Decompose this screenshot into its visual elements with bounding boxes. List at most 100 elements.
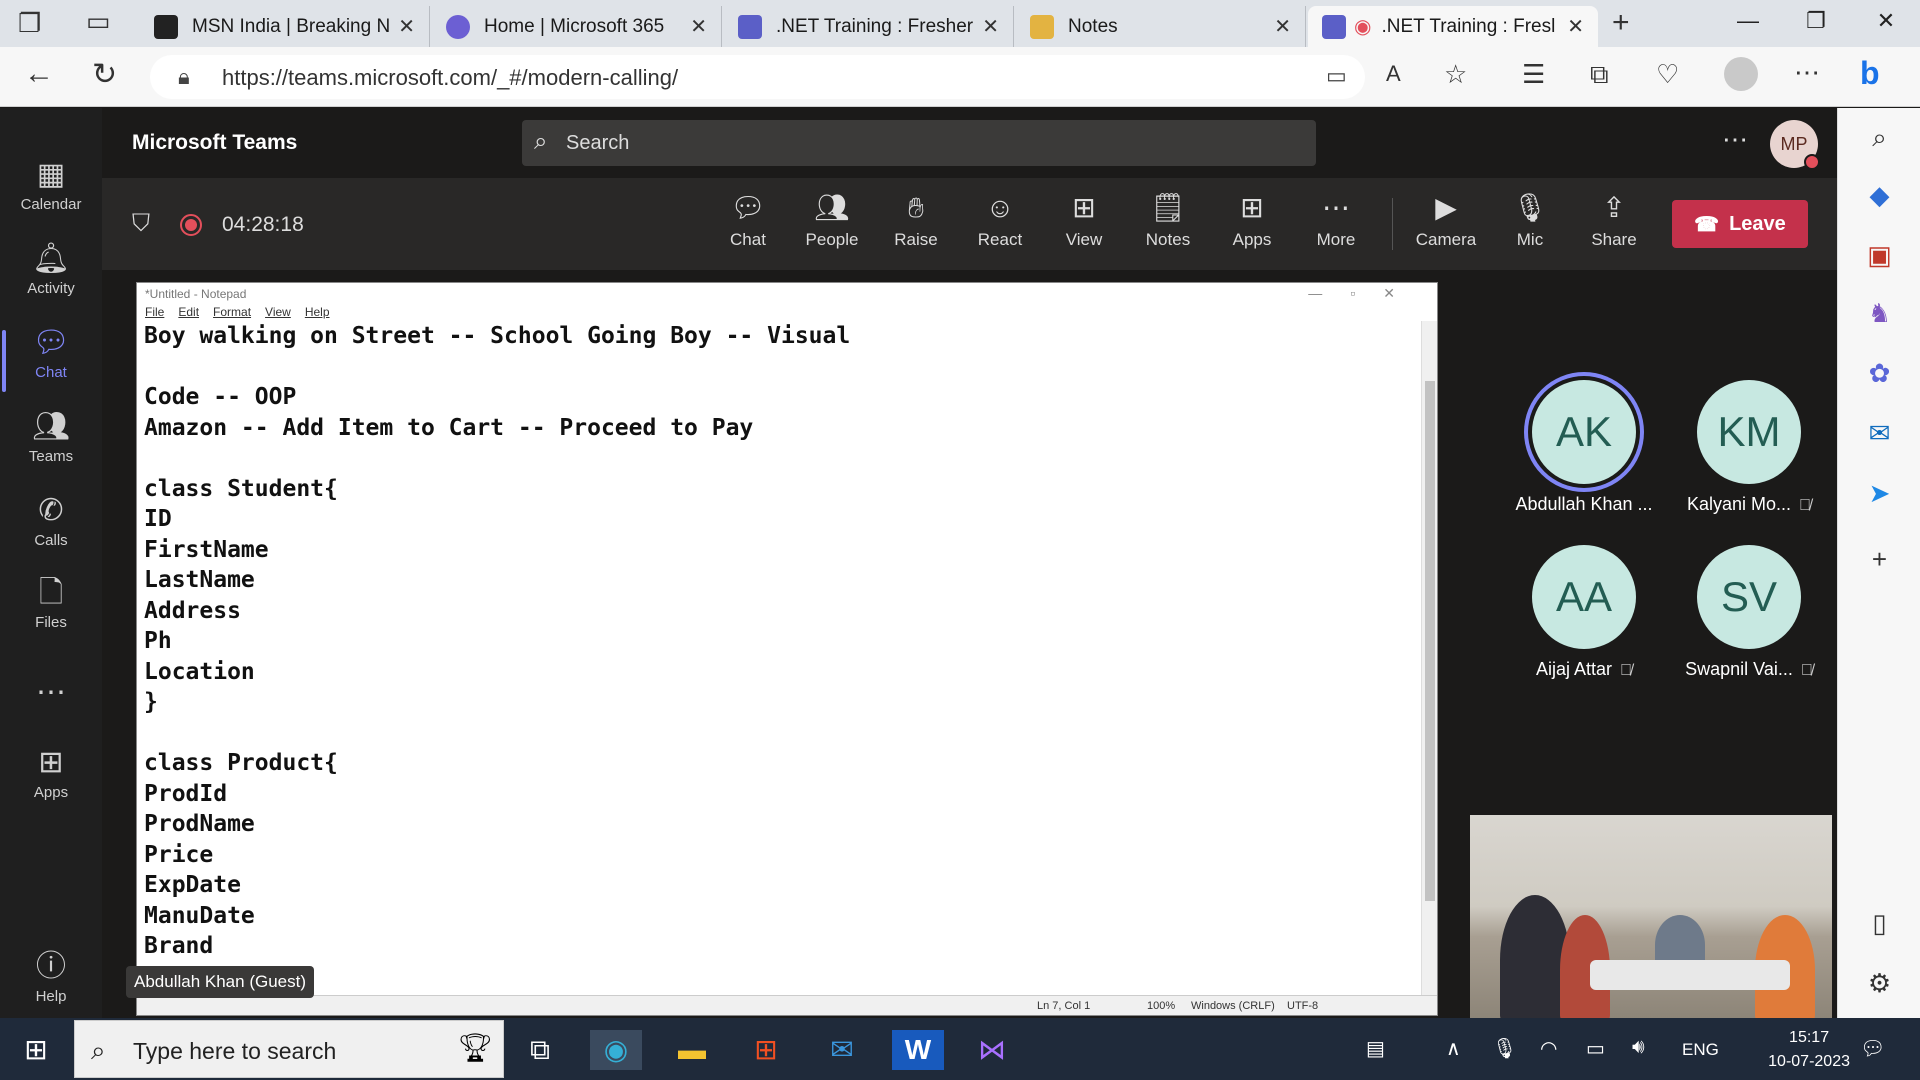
- taskbar-search-input[interactable]: ⌕ Type here to search 🏆︎: [74, 1020, 504, 1078]
- avatar[interactable]: MP: [1770, 120, 1820, 170]
- collections-icon[interactable]: ⧉: [1590, 59, 1609, 91]
- outlook-icon[interactable]: ✉: [1838, 418, 1920, 449]
- refresh-icon[interactable]: ↻: [92, 57, 117, 92]
- notepad-line: }: [144, 962, 1414, 993]
- close-icon[interactable]: ✕: [1567, 14, 1584, 39]
- language-indicator[interactable]: ENG: [1682, 1040, 1719, 1060]
- share-button[interactable]: ⇪ Share: [1576, 190, 1652, 250]
- favorites-icon[interactable]: ☰: [1522, 59, 1545, 90]
- chat-button[interactable]: 💬︎ Chat: [710, 190, 786, 250]
- more-button[interactable]: ⋯ More: [1298, 190, 1374, 250]
- participant-tile[interactable]: AK Abdullah Khan ...: [1499, 380, 1669, 515]
- visual-studio-icon[interactable]: ⋈: [966, 1030, 1018, 1070]
- performance-icon[interactable]: ♡: [1656, 59, 1679, 90]
- new-tab-icon[interactable]: +: [1612, 6, 1630, 40]
- chevron-up-icon[interactable]: ∧: [1446, 1036, 1461, 1061]
- scrollbar-thumb[interactable]: [1425, 381, 1435, 901]
- back-icon[interactable]: ←: [24, 57, 54, 91]
- shopping-icon[interactable]: ◆: [1838, 180, 1920, 211]
- close-icon[interactable]: ✕: [982, 14, 999, 39]
- rail-item-help[interactable]: ⓘ Help: [0, 950, 102, 1005]
- close-icon[interactable]: ✕: [1274, 14, 1291, 39]
- rail-item-more[interactable]: ⋯: [0, 676, 102, 714]
- browser-tab[interactable]: Notes ✕: [1016, 6, 1306, 47]
- react-button[interactable]: ☺ React: [962, 190, 1038, 250]
- search-icon[interactable]: ⌕: [1838, 122, 1920, 154]
- chat-icon: 💬︎: [31, 326, 71, 359]
- participant-tile[interactable]: KM Kalyani Mo... 🎙̸: [1664, 380, 1834, 515]
- send-icon[interactable]: ➤: [1838, 478, 1920, 509]
- mic-off-icon: 🎙̸: [1800, 662, 1813, 679]
- word-icon[interactable]: W: [892, 1030, 944, 1070]
- news-icon[interactable]: ▤: [1366, 1036, 1385, 1061]
- split-screen-icon[interactable]: ▯: [1838, 908, 1920, 939]
- menu-edit[interactable]: Edit: [178, 305, 199, 319]
- search-input[interactable]: ⌕ Search: [522, 120, 1316, 166]
- notepad-line: FirstName: [144, 536, 269, 563]
- notes-button[interactable]: 🗒︎ Notes: [1130, 190, 1206, 250]
- cursor-position: Ln 7, Col 1: [1037, 1000, 1091, 1012]
- notifications-icon[interactable]: 💬︎: [1860, 1036, 1885, 1061]
- close-icon[interactable]: ✕: [690, 14, 707, 39]
- gear-icon[interactable]: ⚙: [1838, 968, 1920, 999]
- games-icon[interactable]: ♞: [1838, 298, 1920, 329]
- rail-item-activity[interactable]: 🔔︎ Activity: [0, 242, 102, 297]
- menu-help[interactable]: Help: [305, 305, 330, 319]
- close-window-icon[interactable]: ✕: [1856, 8, 1916, 34]
- store-icon[interactable]: ⊞: [740, 1030, 792, 1070]
- edge-icon[interactable]: ◉: [590, 1030, 642, 1070]
- leave-button[interactable]: ☎ Leave: [1672, 200, 1808, 248]
- tools-icon[interactable]: ▣: [1838, 240, 1920, 271]
- add-icon[interactable]: +: [1838, 544, 1920, 575]
- menu-view[interactable]: View: [265, 305, 291, 319]
- wifi-icon[interactable]: ◠: [1540, 1036, 1557, 1061]
- clock[interactable]: 15:17 10-07-2023: [1768, 1026, 1850, 1074]
- file-explorer-icon[interactable]: ▬: [666, 1030, 718, 1070]
- people-button[interactable]: 👥︎ People: [794, 190, 870, 250]
- minimize-icon[interactable]: —: [1718, 8, 1778, 34]
- notepad-text-area[interactable]: Boy walking on Street -- School Going Bo…: [144, 321, 1414, 995]
- mic-button[interactable]: 🎙︎ Mic: [1492, 190, 1568, 250]
- more-options-icon[interactable]: ⋯: [1722, 124, 1748, 155]
- read-aloud-icon[interactable]: A: [1386, 61, 1401, 87]
- rail-item-apps[interactable]: ⊞ Apps: [0, 746, 102, 801]
- browser-tab[interactable]: .NET Training : Fresher B ✕: [724, 6, 1014, 47]
- browser-tab[interactable]: MSN India | Breaking Ne ✕: [140, 6, 430, 47]
- shield-icon[interactable]: ⛉: [132, 210, 150, 238]
- rail-item-teams[interactable]: 👥︎ Teams: [0, 410, 102, 465]
- participant-tile[interactable]: AA Aijaj Attar 🎙̸: [1499, 545, 1669, 680]
- scrollbar[interactable]: [1421, 321, 1437, 995]
- profile-icon[interactable]: [1724, 57, 1758, 91]
- mail-icon[interactable]: ✉: [816, 1030, 868, 1070]
- windows-start-icon[interactable]: ⊞: [10, 1030, 62, 1070]
- view-button[interactable]: ⊞ View: [1046, 190, 1122, 250]
- restore-icon[interactable]: ❐: [1786, 8, 1846, 34]
- rail-item-files[interactable]: 🗋 Files: [0, 576, 102, 631]
- battery-icon[interactable]: ▭: [1586, 1036, 1605, 1061]
- rail-item-chat[interactable]: 💬︎ Chat: [0, 326, 102, 392]
- rail-item-calls[interactable]: ✆ Calls: [0, 494, 102, 549]
- m365-icon[interactable]: ✿: [1838, 358, 1920, 389]
- close-icon[interactable]: ✕: [398, 14, 415, 39]
- browser-tab[interactable]: Home | Microsoft 365 ✕: [432, 6, 722, 47]
- rail-item-calendar[interactable]: ▦ Calendar: [0, 158, 102, 213]
- favorite-star-icon[interactable]: ☆: [1444, 59, 1467, 90]
- bing-icon[interactable]: b: [1860, 55, 1880, 92]
- browser-tab-active[interactable]: ◉ .NET Training : Fresl ✕: [1308, 6, 1598, 47]
- tab-actions-icon[interactable]: ▭: [86, 6, 111, 37]
- self-video-feed[interactable]: [1470, 815, 1832, 1018]
- participant-tile[interactable]: SV Swapnil Vai... 🎙̸: [1664, 545, 1834, 680]
- camera-permission-icon[interactable]: ▭: [1326, 63, 1347, 89]
- camera-button[interactable]: ▶ Camera: [1408, 190, 1484, 250]
- mic-icon[interactable]: 🎙︎: [1492, 1036, 1517, 1061]
- volume-icon[interactable]: 🔊︎: [1632, 1036, 1645, 1059]
- apps-button[interactable]: ⊞ Apps: [1214, 190, 1290, 250]
- menu-format[interactable]: Format: [213, 305, 251, 319]
- workspaces-icon[interactable]: ❐: [18, 8, 41, 39]
- menu-file[interactable]: File: [145, 305, 164, 319]
- notepad-line: ExpDate: [144, 872, 241, 898]
- task-view-icon[interactable]: ⧉: [514, 1030, 566, 1070]
- settings-more-icon[interactable]: ⋯: [1794, 57, 1820, 88]
- raise-hand-button[interactable]: ✋︎ Raise: [878, 190, 954, 250]
- url-field[interactable]: 🔒︎ https://teams.microsoft.com/_#/modern…: [150, 55, 1365, 99]
